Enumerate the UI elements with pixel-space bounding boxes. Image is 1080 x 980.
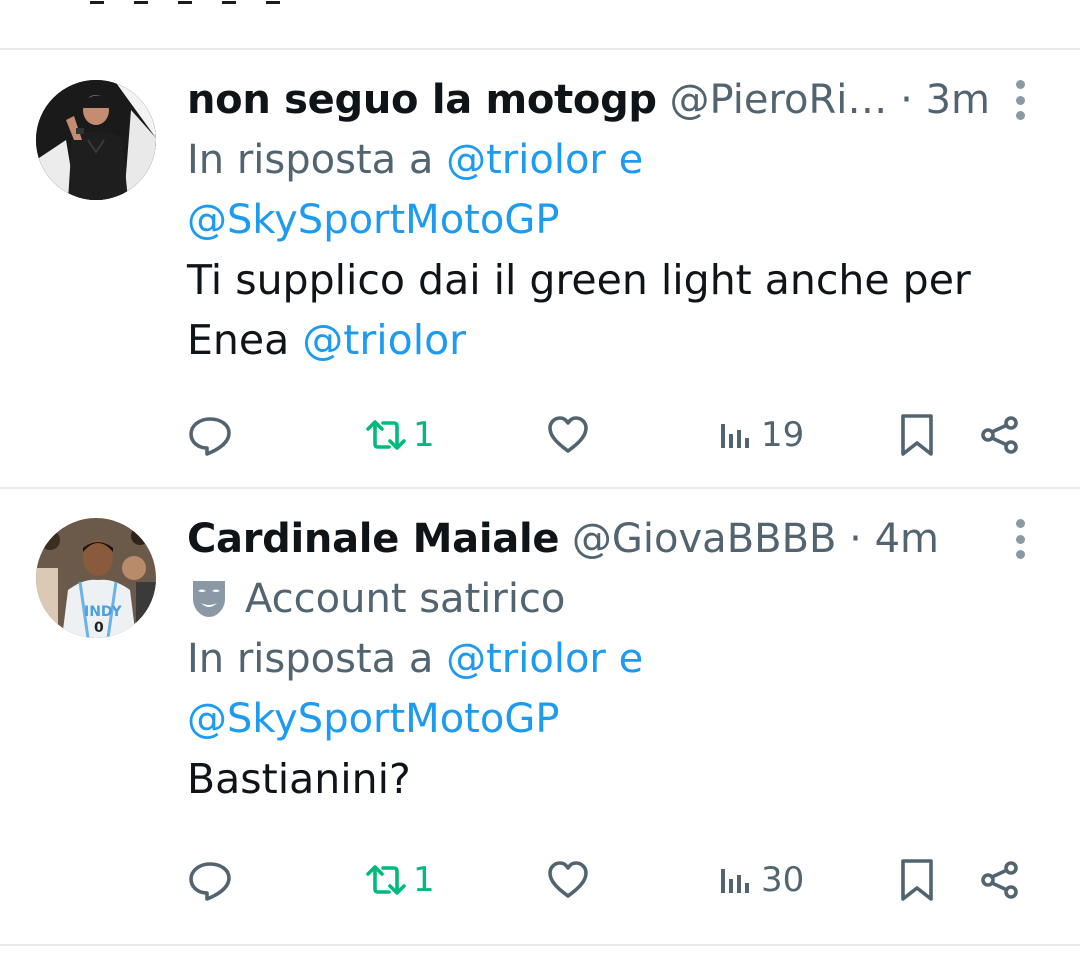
more-options-icon[interactable]	[1000, 519, 1040, 559]
more-options-icon[interactable]	[1000, 80, 1040, 120]
reply-prefix: In risposta a	[187, 636, 434, 682]
tweet-text: Ti supplico dai il green light anche per	[187, 256, 971, 304]
reply-join: e	[618, 636, 644, 682]
action-bar: 1 19	[187, 405, 1047, 465]
reply-join: e	[618, 137, 644, 183]
share-icon	[981, 416, 1018, 454]
reply-prefix: In risposta a	[187, 137, 434, 183]
theater-mask-icon	[193, 581, 225, 617]
avatar[interactable]: INDY 0	[36, 518, 156, 638]
speech-bubble-icon	[189, 417, 231, 456]
svg-text:INDY: INDY	[84, 604, 123, 620]
tweet-text: Enea @triolor	[187, 310, 1040, 370]
share-button[interactable]	[977, 850, 1023, 910]
tweet[interactable]: non seguo la motogp @PieroRi… · 3m In ri…	[0, 50, 1080, 488]
username[interactable]: @GiovaBBBB	[572, 516, 837, 562]
username[interactable]: @PieroRi…	[670, 77, 888, 123]
views-count: 30	[761, 860, 805, 900]
tweet-header: non seguo la motogp @PieroRi… · 3m	[187, 70, 1040, 130]
mention-link[interactable]: @triolor	[446, 636, 606, 682]
timestamp[interactable]: · 4m	[849, 516, 939, 562]
reply-context: In risposta a @triolor e	[187, 130, 1040, 190]
reply-button[interactable]	[187, 405, 233, 465]
mention-link[interactable]: @triolor	[302, 316, 466, 364]
retweet-count: 1	[413, 860, 435, 900]
share-icon	[981, 861, 1018, 899]
retweet-button[interactable]: 1	[363, 405, 435, 465]
heart-icon	[548, 416, 588, 453]
bookmark-icon	[901, 414, 933, 456]
tweet-text: Bastianini?	[187, 755, 411, 803]
tweet-text-word: Enea	[187, 316, 290, 364]
retweet-count: 1	[413, 415, 435, 455]
mention-link[interactable]: @triolor	[446, 137, 606, 183]
retweet-icon	[366, 865, 406, 895]
heart-icon	[548, 861, 588, 898]
speech-bubble-icon	[189, 862, 231, 901]
tweet-header: Cardinale Maiale @GiovaBBBB · 4m	[187, 509, 1040, 569]
like-button[interactable]	[545, 405, 591, 465]
retweet-button[interactable]: 1	[363, 850, 435, 910]
views-count: 19	[761, 415, 805, 455]
bar-chart-icon	[721, 424, 749, 448]
bookmark-icon	[901, 859, 933, 901]
share-button[interactable]	[977, 405, 1023, 465]
display-name[interactable]: Cardinale Maiale	[187, 516, 560, 562]
bookmark-button[interactable]	[894, 405, 940, 465]
reply-button[interactable]	[187, 850, 233, 910]
reply-context: In risposta a @triolor e	[187, 629, 1040, 689]
svg-text:0: 0	[94, 620, 104, 636]
previous-tweet-fragment	[90, 0, 320, 4]
like-button[interactable]	[545, 850, 591, 910]
timestamp[interactable]: · 3m	[900, 77, 990, 123]
retweet-icon	[366, 420, 406, 450]
views-button[interactable]: 19	[717, 405, 804, 465]
bar-chart-icon	[721, 869, 749, 893]
views-button[interactable]: 30	[717, 850, 804, 910]
tweet[interactable]: INDY 0 Cardinale Maiale @GiovaBBBB · 4m …	[0, 489, 1080, 944]
mention-link[interactable]: @SkySportMotoGP	[187, 689, 1040, 749]
mention-link[interactable]: @SkySportMotoGP	[187, 190, 1040, 250]
avatar[interactable]	[36, 80, 156, 200]
display-name[interactable]: non seguo la motogp	[187, 77, 657, 123]
action-bar: 1 30	[187, 850, 1047, 910]
divider	[0, 944, 1080, 946]
satirical-account-label: Account satirico	[187, 569, 1040, 629]
bookmark-button[interactable]	[894, 850, 940, 910]
timeline: non seguo la motogp @PieroRi… · 3m In ri…	[0, 0, 1080, 980]
satirical-label-text: Account satirico	[245, 576, 566, 622]
